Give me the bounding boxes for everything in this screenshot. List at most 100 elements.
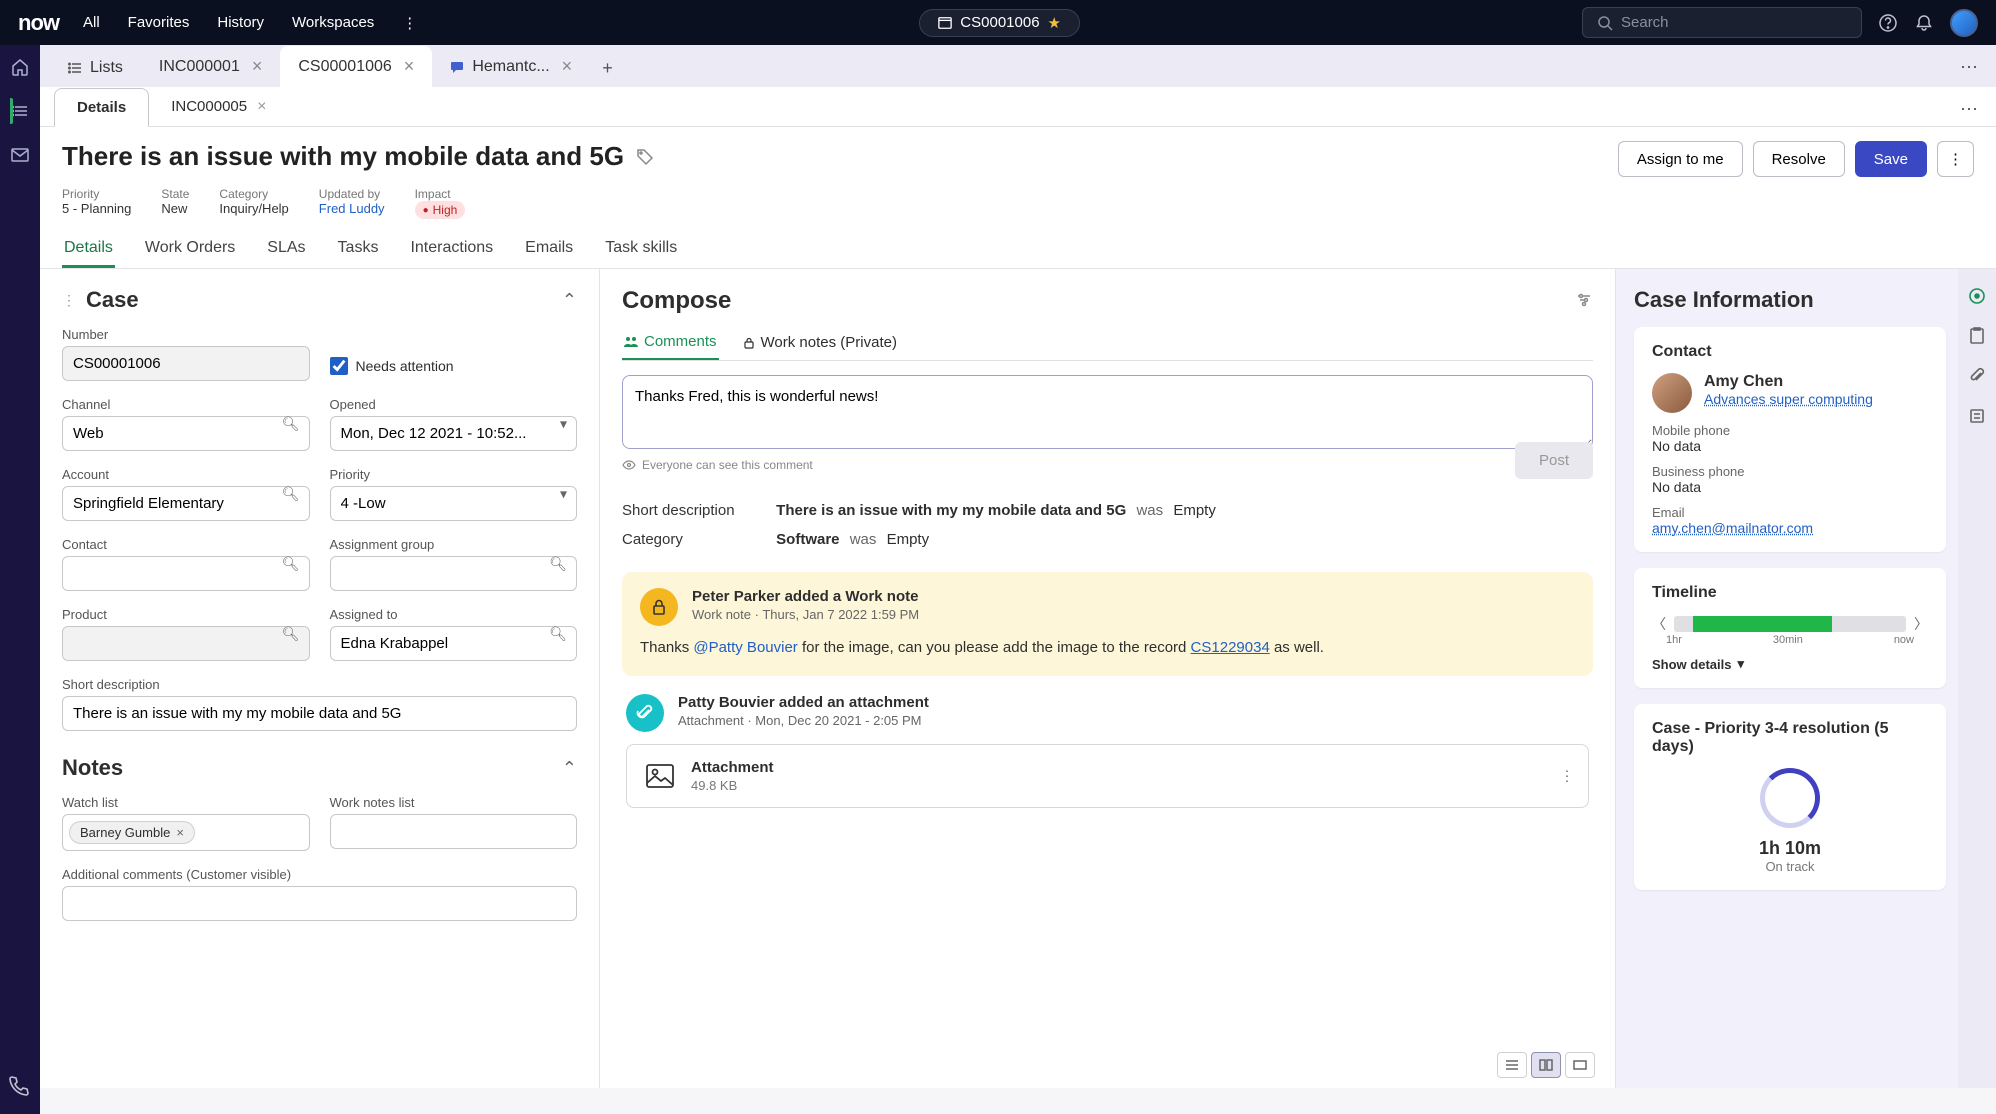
tabs-more-icon[interactable]: ⋯: [1960, 57, 1978, 78]
filter-icon[interactable]: [1575, 291, 1593, 312]
subtabs-more-icon[interactable]: ⋯: [1960, 99, 1978, 120]
assignment-group-field[interactable]: [330, 556, 578, 591]
show-details-toggle[interactable]: Show details ▾: [1652, 656, 1928, 672]
tab-hemantc[interactable]: Hemantc... ×: [432, 46, 590, 87]
view-toggle: [1497, 1052, 1595, 1078]
star-icon[interactable]: ★: [1048, 14, 1061, 32]
view-list-icon[interactable]: [1497, 1052, 1527, 1078]
inbox-icon[interactable]: [10, 145, 30, 165]
mobile-label: Mobile phone: [1652, 423, 1928, 438]
activity-subtitle: Work note · Thurs, Jan 7 2022 1:59 PM: [692, 607, 919, 622]
tab-comments[interactable]: Comments: [622, 325, 719, 360]
meta-updated-label: Updated by: [319, 187, 385, 201]
home-icon[interactable]: [10, 57, 30, 77]
title-text: There is an issue with my mobile data an…: [62, 141, 624, 172]
assigned-to-field[interactable]: [330, 626, 578, 661]
logo[interactable]: now: [18, 10, 59, 36]
view-card-icon[interactable]: [1565, 1052, 1595, 1078]
attachment-card[interactable]: Attachment 49.8 KB ⋮: [626, 744, 1589, 808]
product-field[interactable]: [62, 626, 310, 661]
assignment-group-label: Assignment group: [330, 537, 578, 552]
nav-all[interactable]: All: [83, 14, 100, 32]
page-title: There is an issue with my mobile data an…: [62, 141, 654, 172]
watch-chip: Barney Gumble×: [69, 821, 195, 844]
detail-tab-interactions[interactable]: Interactions: [408, 231, 495, 268]
additional-comments-field[interactable]: [62, 886, 577, 921]
needs-attention-checkbox[interactable]: [330, 357, 348, 375]
detail-tab-workorders[interactable]: Work Orders: [143, 231, 237, 268]
nav-more-icon[interactable]: ⋮: [402, 14, 417, 32]
tab-label: Lists: [90, 59, 123, 77]
attachments-icon[interactable]: [1966, 365, 1988, 387]
save-button[interactable]: Save: [1855, 141, 1927, 177]
contact-label: Contact: [62, 537, 310, 552]
agent-assist-icon[interactable]: [1966, 285, 1988, 307]
opened-field[interactable]: [330, 416, 578, 451]
timeline-prev-icon[interactable]: 〈: [1652, 614, 1666, 634]
email-link[interactable]: amy.chen@mailnator.com: [1652, 520, 1928, 536]
contact-company-link[interactable]: Advances super computing: [1704, 391, 1873, 407]
account-field[interactable]: [62, 486, 310, 521]
tag-icon[interactable]: [636, 148, 654, 166]
attachment-more-icon[interactable]: ⋮: [1560, 768, 1574, 785]
detail-tab-emails[interactable]: Emails: [523, 231, 575, 268]
bell-icon[interactable]: [1914, 13, 1934, 33]
close-icon[interactable]: ×: [257, 98, 266, 116]
compose-textarea[interactable]: Thanks Fred, this is wonderful news!: [622, 375, 1593, 449]
close-icon[interactable]: ×: [562, 56, 573, 77]
field-changes: Short description There is an issue with…: [622, 497, 1593, 554]
mention-link[interactable]: @Patty Bouvier: [693, 639, 797, 656]
timeline-next-icon[interactable]: 〉: [1914, 614, 1928, 634]
subtab-inc000005[interactable]: INC000005 ×: [149, 88, 288, 126]
short-desc-label: Short description: [62, 677, 577, 692]
contact-avatar[interactable]: [1652, 373, 1692, 413]
tab-cs00001006[interactable]: CS00001006 ×: [280, 46, 432, 87]
detail-tab-tasks[interactable]: Tasks: [336, 231, 381, 268]
tab-worknotes[interactable]: Work notes (Private): [741, 325, 899, 360]
related-records-icon[interactable]: [1966, 405, 1988, 427]
tab-inc000001[interactable]: INC000001 ×: [141, 46, 280, 87]
close-icon[interactable]: ×: [252, 56, 263, 77]
post-button[interactable]: Post: [1515, 442, 1593, 479]
subtab-details[interactable]: Details: [54, 88, 149, 127]
nav-favorites[interactable]: Favorites: [128, 14, 190, 32]
close-icon[interactable]: ×: [404, 56, 415, 77]
global-search[interactable]: Search: [1582, 7, 1862, 38]
collapse-icon[interactable]: ⌃: [562, 290, 577, 311]
channel-field[interactable]: [62, 416, 310, 451]
detail-tab-details[interactable]: Details: [62, 231, 115, 268]
collapse-icon[interactable]: ⌃: [562, 758, 577, 779]
number-field[interactable]: [62, 346, 310, 381]
user-avatar[interactable]: [1950, 9, 1978, 37]
remove-chip-icon[interactable]: ×: [176, 825, 184, 840]
detail-tab-taskskills[interactable]: Task skills: [603, 231, 679, 268]
list-icon[interactable]: [10, 101, 30, 121]
left-rail: [0, 45, 40, 1114]
view-split-icon[interactable]: [1531, 1052, 1561, 1078]
record-pill[interactable]: CS0001006 ★: [919, 9, 1080, 37]
tab-lists[interactable]: Lists: [50, 49, 141, 87]
assigned-to-label: Assigned to: [330, 607, 578, 622]
assign-to-me-button[interactable]: Assign to me: [1618, 141, 1743, 177]
templates-icon[interactable]: [1966, 325, 1988, 347]
help-icon[interactable]: [1878, 13, 1898, 33]
nav-workspaces[interactable]: Workspaces: [292, 14, 374, 32]
drag-handle-icon[interactable]: ⋮: [62, 292, 76, 309]
record-link[interactable]: CS1229034: [1191, 639, 1270, 656]
contact-card: Contact Amy Chen Advances super computin…: [1634, 327, 1946, 552]
meta-updated-value[interactable]: Fred Luddy: [319, 201, 385, 216]
add-tab-button[interactable]: +: [590, 50, 625, 87]
list-icon: [68, 61, 82, 75]
detail-tab-slas[interactable]: SLAs: [265, 231, 307, 268]
short-desc-field[interactable]: [62, 696, 577, 731]
work-notes-list-field[interactable]: [330, 814, 578, 849]
timeline-bar[interactable]: [1674, 616, 1906, 632]
phone-icon[interactable]: [7, 1074, 33, 1100]
contact-field[interactable]: [62, 556, 310, 591]
more-actions-button[interactable]: ⋮: [1937, 141, 1974, 177]
resolve-button[interactable]: Resolve: [1753, 141, 1845, 177]
priority-field[interactable]: [330, 486, 578, 521]
nav-history[interactable]: History: [217, 14, 264, 32]
watch-list-field[interactable]: Barney Gumble×: [62, 814, 310, 851]
meta-category-value: Inquiry/Help: [219, 201, 288, 216]
